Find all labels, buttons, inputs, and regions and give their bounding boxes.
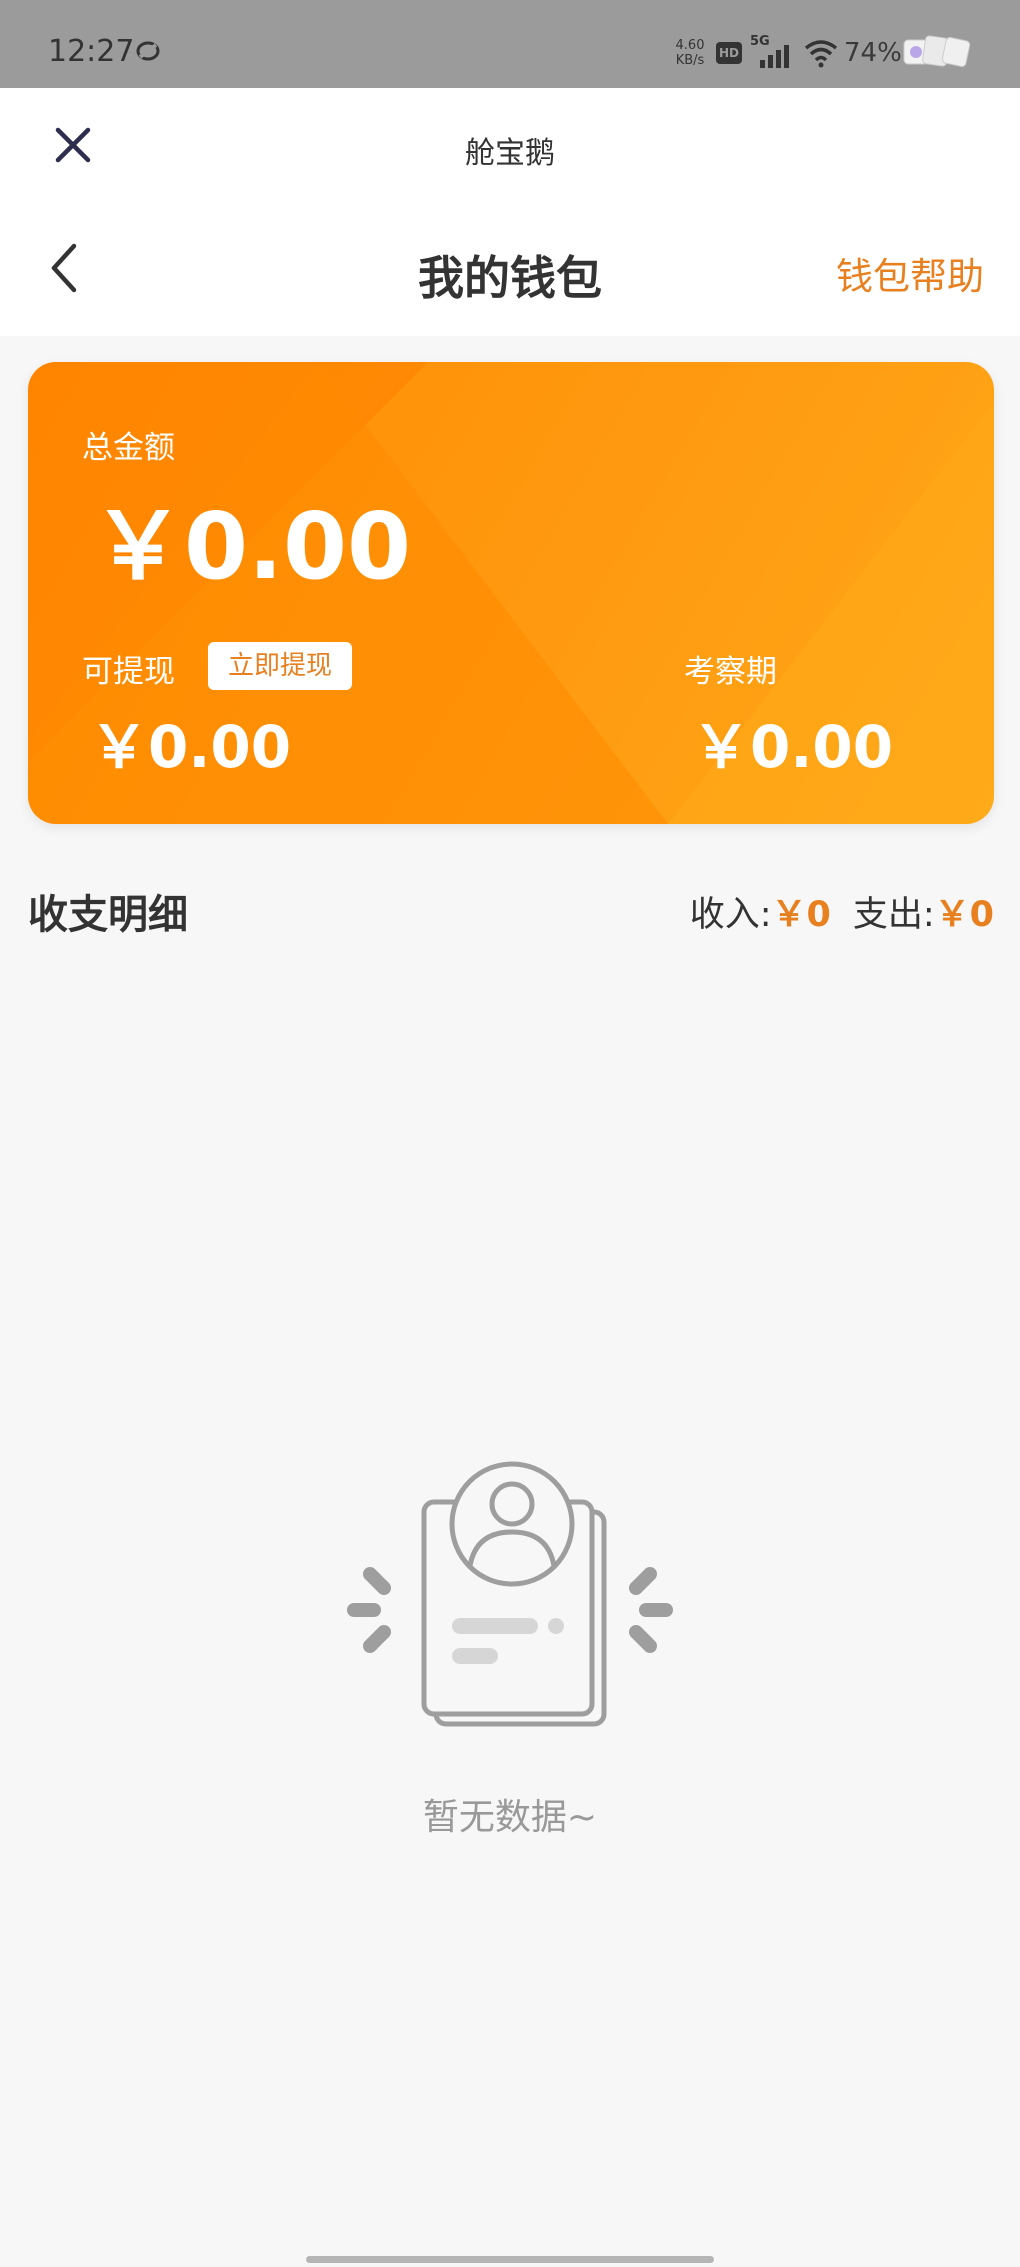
income-expense-summary: 收入:￥0 支出:￥0 <box>690 886 994 937</box>
network-speed: 4.60 KB/s <box>672 38 708 68</box>
withdrawable-amount-value: ￥0.00 <box>90 713 292 781</box>
mini-program-title: 舱宝鹅 <box>465 136 555 171</box>
withdrawable-label: 可提现 <box>82 654 175 690</box>
page-header: 我的钱包 钱包帮助 <box>0 200 1020 336</box>
expense-label: 支出: <box>852 895 935 935</box>
signal-icon <box>760 45 789 68</box>
income-value: ￥0 <box>771 895 831 935</box>
empty-state-text: 暂无数据~ <box>422 1797 598 1838</box>
network-speed-unit: KB/s <box>675 53 705 68</box>
sync-icon <box>136 41 160 61</box>
home-indicator[interactable] <box>306 2256 714 2263</box>
review-period-amount-value: ￥0.00 <box>692 713 894 781</box>
wallet-card: 总金额 ￥0.00 可提现 立即提现 ￥0.00 考察期 ￥0.00 <box>28 362 994 824</box>
expense-value: ￥0 <box>934 895 994 935</box>
total-amount-label: 总金额 <box>82 430 175 466</box>
withdraw-now-button[interactable]: 立即提现 <box>208 642 352 690</box>
hd-badge: HD <box>716 42 742 64</box>
notification-icons <box>903 35 971 67</box>
income-label: 收入: <box>689 895 772 935</box>
empty-state-icon <box>347 1461 673 1727</box>
wifi-icon <box>804 40 838 68</box>
review-period-label: 考察期 <box>684 654 777 690</box>
network-speed-value: 4.60 <box>675 38 705 53</box>
status-time: 12:27 <box>48 34 135 69</box>
status-bar: 12:27 4.60 KB/s HD 5G 74% <box>0 0 1020 88</box>
wallet-help-link[interactable]: 钱包帮助 <box>836 246 984 300</box>
transaction-details-title: 收支明细 <box>28 892 188 938</box>
total-amount-value: ￥0.00 <box>92 493 411 600</box>
mini-program-header: 舱宝鹅 <box>0 88 1020 200</box>
battery-level: 74% <box>844 38 902 68</box>
